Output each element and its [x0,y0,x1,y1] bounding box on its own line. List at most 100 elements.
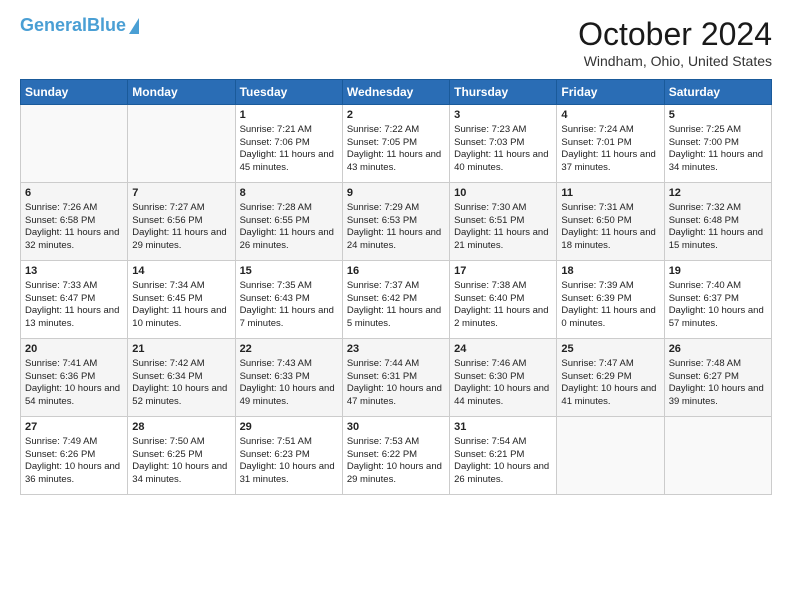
calendar-cell: 4Sunrise: 7:24 AMSunset: 7:01 PMDaylight… [557,105,664,183]
day-number: 17 [454,264,552,279]
day-number: 2 [347,108,445,123]
sunrise-text: Sunrise: 7:26 AM [25,202,97,213]
daylight-text: Daylight: 11 hours and 18 minutes. [561,227,655,251]
calendar-cell: 9Sunrise: 7:29 AMSunset: 6:53 PMDaylight… [342,183,449,261]
sunset-text: Sunset: 6:25 PM [132,449,202,460]
cell-content: 18Sunrise: 7:39 AMSunset: 6:39 PMDayligh… [561,264,659,331]
sunset-text: Sunset: 7:05 PM [347,137,417,148]
calendar-cell: 20Sunrise: 7:41 AMSunset: 6:36 PMDayligh… [21,339,128,417]
calendar-cell: 31Sunrise: 7:54 AMSunset: 6:21 PMDayligh… [450,417,557,495]
calendar-cell: 30Sunrise: 7:53 AMSunset: 6:22 PMDayligh… [342,417,449,495]
calendar-cell: 15Sunrise: 7:35 AMSunset: 6:43 PMDayligh… [235,261,342,339]
day-number: 1 [240,108,338,123]
sunrise-text: Sunrise: 7:24 AM [561,124,633,135]
day-number: 5 [669,108,767,123]
sunset-text: Sunset: 6:53 PM [347,215,417,226]
sunset-text: Sunset: 6:22 PM [347,449,417,460]
day-header-tuesday: Tuesday [235,80,342,105]
page: GeneralBlue October 2024 Windham, Ohio, … [0,0,792,505]
cell-content: 17Sunrise: 7:38 AMSunset: 6:40 PMDayligh… [454,264,552,331]
daylight-text: Daylight: 11 hours and 26 minutes. [240,227,334,251]
daylight-text: Daylight: 11 hours and 29 minutes. [132,227,226,251]
calendar-cell: 7Sunrise: 7:27 AMSunset: 6:56 PMDaylight… [128,183,235,261]
header-row: SundayMondayTuesdayWednesdayThursdayFrid… [21,80,772,105]
calendar-cell: 28Sunrise: 7:50 AMSunset: 6:25 PMDayligh… [128,417,235,495]
cell-content: 23Sunrise: 7:44 AMSunset: 6:31 PMDayligh… [347,342,445,409]
sunrise-text: Sunrise: 7:43 AM [240,358,312,369]
day-number: 15 [240,264,338,279]
day-number: 3 [454,108,552,123]
sunset-text: Sunset: 6:34 PM [132,371,202,382]
cell-content: 27Sunrise: 7:49 AMSunset: 6:26 PMDayligh… [25,420,123,487]
sunset-text: Sunset: 6:56 PM [132,215,202,226]
daylight-text: Daylight: 10 hours and 31 minutes. [240,461,335,485]
sunrise-text: Sunrise: 7:50 AM [132,436,204,447]
sunrise-text: Sunrise: 7:53 AM [347,436,419,447]
daylight-text: Daylight: 11 hours and 7 minutes. [240,305,334,329]
sunrise-text: Sunrise: 7:33 AM [25,280,97,291]
daylight-text: Daylight: 11 hours and 24 minutes. [347,227,441,251]
calendar-table: SundayMondayTuesdayWednesdayThursdayFrid… [20,79,772,495]
cell-content: 7Sunrise: 7:27 AMSunset: 6:56 PMDaylight… [132,186,230,253]
cell-content: 5Sunrise: 7:25 AMSunset: 7:00 PMDaylight… [669,108,767,175]
calendar-cell: 2Sunrise: 7:22 AMSunset: 7:05 PMDaylight… [342,105,449,183]
calendar-cell: 11Sunrise: 7:31 AMSunset: 6:50 PMDayligh… [557,183,664,261]
daylight-text: Daylight: 10 hours and 47 minutes. [347,383,442,407]
daylight-text: Daylight: 11 hours and 37 minutes. [561,149,655,173]
daylight-text: Daylight: 11 hours and 15 minutes. [669,227,763,251]
daylight-text: Daylight: 11 hours and 32 minutes. [25,227,119,251]
daylight-text: Daylight: 11 hours and 34 minutes. [669,149,763,173]
day-header-monday: Monday [128,80,235,105]
sunrise-text: Sunrise: 7:39 AM [561,280,633,291]
sunset-text: Sunset: 6:43 PM [240,293,310,304]
sunrise-text: Sunrise: 7:37 AM [347,280,419,291]
day-number: 6 [25,186,123,201]
sunset-text: Sunset: 6:30 PM [454,371,524,382]
calendar-cell: 16Sunrise: 7:37 AMSunset: 6:42 PMDayligh… [342,261,449,339]
cell-content: 1Sunrise: 7:21 AMSunset: 7:06 PMDaylight… [240,108,338,175]
cell-content: 16Sunrise: 7:37 AMSunset: 6:42 PMDayligh… [347,264,445,331]
sunset-text: Sunset: 6:51 PM [454,215,524,226]
week-row-3: 20Sunrise: 7:41 AMSunset: 6:36 PMDayligh… [21,339,772,417]
cell-content: 14Sunrise: 7:34 AMSunset: 6:45 PMDayligh… [132,264,230,331]
cell-content: 28Sunrise: 7:50 AMSunset: 6:25 PMDayligh… [132,420,230,487]
sunset-text: Sunset: 6:33 PM [240,371,310,382]
daylight-text: Daylight: 10 hours and 26 minutes. [454,461,549,485]
cell-content: 11Sunrise: 7:31 AMSunset: 6:50 PMDayligh… [561,186,659,253]
daylight-text: Daylight: 10 hours and 52 minutes. [132,383,227,407]
calendar-cell: 27Sunrise: 7:49 AMSunset: 6:26 PMDayligh… [21,417,128,495]
sunrise-text: Sunrise: 7:21 AM [240,124,312,135]
cell-content: 31Sunrise: 7:54 AMSunset: 6:21 PMDayligh… [454,420,552,487]
daylight-text: Daylight: 10 hours and 57 minutes. [669,305,764,329]
daylight-text: Daylight: 11 hours and 2 minutes. [454,305,548,329]
daylight-text: Daylight: 10 hours and 34 minutes. [132,461,227,485]
logo-text: GeneralBlue [20,16,126,36]
cell-content: 30Sunrise: 7:53 AMSunset: 6:22 PMDayligh… [347,420,445,487]
cell-content: 8Sunrise: 7:28 AMSunset: 6:55 PMDaylight… [240,186,338,253]
daylight-text: Daylight: 11 hours and 5 minutes. [347,305,441,329]
day-number: 19 [669,264,767,279]
day-number: 14 [132,264,230,279]
sunset-text: Sunset: 6:21 PM [454,449,524,460]
day-number: 26 [669,342,767,357]
location: Windham, Ohio, United States [578,53,772,69]
calendar-cell: 12Sunrise: 7:32 AMSunset: 6:48 PMDayligh… [664,183,771,261]
sunset-text: Sunset: 6:37 PM [669,293,739,304]
sunrise-text: Sunrise: 7:51 AM [240,436,312,447]
logo-triangle-icon [129,18,139,34]
day-number: 11 [561,186,659,201]
day-number: 22 [240,342,338,357]
daylight-text: Daylight: 11 hours and 13 minutes. [25,305,119,329]
day-header-wednesday: Wednesday [342,80,449,105]
day-header-sunday: Sunday [21,80,128,105]
logo-general: General [20,15,87,35]
sunrise-text: Sunrise: 7:54 AM [454,436,526,447]
day-number: 10 [454,186,552,201]
week-row-0: 1Sunrise: 7:21 AMSunset: 7:06 PMDaylight… [21,105,772,183]
cell-content: 2Sunrise: 7:22 AMSunset: 7:05 PMDaylight… [347,108,445,175]
sunset-text: Sunset: 6:36 PM [25,371,95,382]
daylight-text: Daylight: 10 hours and 29 minutes. [347,461,442,485]
day-number: 18 [561,264,659,279]
sunset-text: Sunset: 6:27 PM [669,371,739,382]
day-number: 23 [347,342,445,357]
